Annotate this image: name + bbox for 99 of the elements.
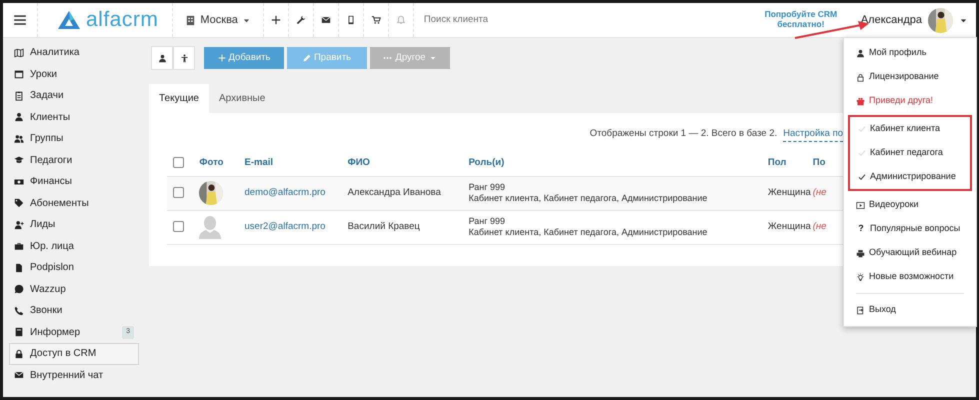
menu-item[interactable]: Приведи друга!	[848, 89, 972, 113]
promo-text[interactable]: Попробуйте CRM бесплатно!	[760, 10, 841, 30]
plus-icon	[270, 15, 281, 25]
briefcase-icon	[14, 241, 24, 252]
chat-bubble-icon	[14, 284, 24, 294]
user-plus-icon	[14, 220, 24, 230]
menu-item[interactable]: Видеоуроки	[848, 193, 972, 217]
users-icon	[14, 134, 24, 144]
building-icon	[185, 14, 196, 26]
logout-icon	[856, 306, 865, 314]
ellipsis-icon	[383, 56, 392, 60]
logo-text: alfacrm	[86, 7, 158, 34]
select-all-checkbox[interactable]	[173, 156, 184, 168]
roles-cell-text: Ранг 999 Кабинет клиента, Кабинет педагога, Администрирование	[468, 182, 708, 204]
sidebar-item[interactable]: Педагоги	[9, 150, 139, 171]
user-icon	[158, 54, 166, 62]
question-icon: ?	[856, 222, 866, 236]
lock-icon	[14, 348, 24, 359]
user-silhouette-icon	[199, 215, 222, 240]
menu-item[interactable]: Кабинет клиента	[850, 117, 970, 141]
tag-icon	[14, 198, 24, 208]
user-name[interactable]: Александра	[860, 12, 922, 28]
person-icon	[180, 54, 188, 62]
phone-icon	[14, 306, 24, 316]
sidebar-item[interactable]: Абонементы	[9, 192, 139, 214]
menu-item[interactable]: Лицензирование	[848, 65, 972, 89]
caret-icon	[428, 54, 437, 62]
menu-item[interactable]: Выход	[848, 298, 972, 322]
menu-item[interactable]: Администрирование	[850, 165, 970, 189]
column-header[interactable]: Пол	[768, 156, 786, 168]
table-cell: Александра Иванова	[348, 187, 441, 198]
branch-dropdown[interactable]: Москва	[185, 12, 251, 28]
rows-summary: Отображены строки 1 — 2. Всего в базе 2.	[590, 127, 778, 141]
sidebar-item[interactable]: Звонки	[9, 300, 139, 322]
sidebar-item[interactable]: Финансы	[9, 171, 139, 192]
sidebar-item[interactable]: Внутренний чат	[9, 364, 139, 386]
sidebar-item[interactable]: Доступ в CRM	[9, 343, 139, 364]
email-link[interactable]: user2@alfacrm.pro	[244, 221, 326, 232]
play-icon	[856, 200, 865, 210]
printer-icon	[856, 248, 865, 258]
table-cell: Женщина	[768, 187, 811, 198]
column-header[interactable]: E-mail	[244, 156, 274, 168]
menu-item[interactable]: ? Популярные вопросы	[848, 217, 972, 241]
column-header[interactable]: Фото	[199, 156, 224, 168]
cart-button[interactable]	[370, 15, 381, 25]
cart-icon	[370, 15, 381, 25]
user-view-button[interactable]	[151, 46, 173, 70]
mobile-phone-icon	[346, 15, 356, 25]
book-icon	[14, 327, 24, 338]
column-header[interactable]: Роль(и)	[468, 156, 504, 168]
menu-icon	[13, 13, 27, 27]
lock-icon	[856, 72, 865, 82]
pencil-icon	[302, 54, 311, 62]
sidebar-item[interactable]: Podpislon	[9, 257, 139, 278]
column-header[interactable]: По	[812, 156, 826, 168]
envelope-icon	[320, 15, 331, 25]
table-cell: Василий Кравец	[348, 221, 420, 232]
mobile-phone-button[interactable]	[346, 15, 356, 25]
plus-icon	[218, 54, 226, 62]
person-view-button[interactable]	[173, 46, 195, 70]
menu-item[interactable]: Новые возможности	[848, 265, 972, 289]
tab[interactable]: Текущие	[149, 84, 209, 113]
sidebar-item[interactable]: Лиды	[9, 214, 139, 236]
envelope-icon	[14, 370, 24, 380]
menu-item[interactable]: Кабинет педагога	[850, 141, 970, 165]
file-icon	[14, 262, 24, 273]
tab[interactable]: Архивные	[208, 84, 276, 113]
row-checkbox[interactable]	[173, 187, 184, 198]
envelope-button[interactable]	[320, 15, 331, 25]
calendar-icon	[14, 69, 24, 80]
sidebar-item[interactable]: Клиенты	[9, 106, 139, 128]
table-cell: Женщина	[768, 221, 811, 232]
sidebar-item[interactable]: Wazzup	[9, 278, 139, 300]
roles-cell-text: Ранг 999 Кабинет клиента, Кабинет педагога, Администрирование	[468, 216, 708, 238]
menu-button[interactable]	[13, 13, 27, 27]
menu-item[interactable]: Мой профиль	[848, 41, 972, 65]
sidebar-item[interactable]: Уроки	[9, 64, 139, 85]
wrench-icon	[296, 15, 306, 25]
menu-item[interactable]: Обучающий вебинар	[848, 241, 972, 265]
sidebar-item[interactable]: Группы	[9, 128, 139, 150]
bell-icon	[396, 15, 406, 25]
table-cell: (не	[812, 187, 826, 198]
sidebar-item[interactable]: Задачи	[9, 85, 139, 106]
lightbulb-icon	[856, 272, 865, 282]
plus-button[interactable]	[270, 15, 281, 25]
sidebar-item[interactable]: Юр. лица	[9, 236, 139, 257]
user-icon	[14, 112, 24, 122]
user-icon	[856, 48, 865, 58]
column-header[interactable]: ФИО	[348, 156, 370, 168]
sidebar-item[interactable]: Аналитика	[9, 42, 139, 64]
map-icon	[14, 48, 24, 58]
gift-icon	[856, 96, 865, 106]
logo-icon	[58, 11, 80, 29]
clipboard-icon	[14, 90, 24, 101]
wrench-button[interactable]	[296, 15, 306, 25]
banknote-icon	[14, 176, 24, 187]
graduation-cap-icon	[14, 155, 24, 166]
row-checkbox[interactable]	[173, 221, 184, 232]
table-cell: (не	[812, 221, 826, 232]
